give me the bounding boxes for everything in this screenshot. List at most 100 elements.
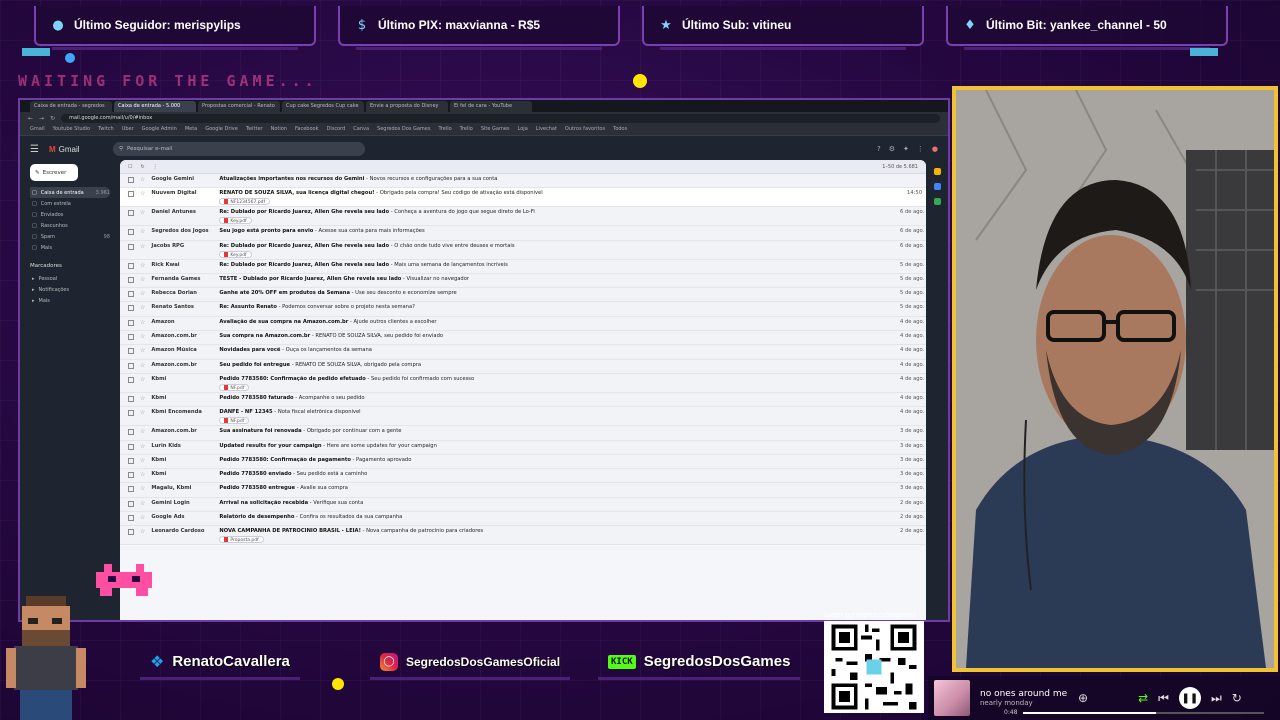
star-icon[interactable]: ☆ <box>140 190 145 197</box>
email-row[interactable]: ☆ Jacobs RPG Re: Dublado por Ricardo Juare… <box>120 240 926 260</box>
star-icon[interactable]: ☆ <box>140 362 145 369</box>
gemini-icon[interactable]: ✦ <box>903 145 909 153</box>
email-row[interactable]: ☆ Kbmi Encomenda DANFE - NF 12345 - Nota f… <box>120 407 926 427</box>
row-checkbox[interactable] <box>128 362 134 369</box>
star-icon[interactable]: ☆ <box>140 514 145 521</box>
star-icon[interactable]: ☆ <box>140 209 145 216</box>
bookmark-item[interactable]: Trello <box>460 126 473 134</box>
star-icon[interactable]: ☆ <box>140 290 145 297</box>
attachment-chip[interactable]: Proposta.pdf <box>219 536 264 544</box>
email-row[interactable]: ☆ Leonardo Cardoso NOVA CAMPANHA DE PATROC… <box>120 526 926 546</box>
star-icon[interactable]: ☆ <box>140 409 145 416</box>
email-row[interactable]: ☆ Rebecca Dorian Ganhe até 20% OFF em prod… <box>120 288 926 303</box>
row-checkbox[interactable] <box>128 229 134 236</box>
browser-tab[interactable]: Cup cake Segredos Cup cake <box>282 101 364 112</box>
label-item[interactable]: ▸ Pessoal <box>30 273 110 284</box>
url-input[interactable]: mail.google.com/mail/u/0/#inbox <box>61 114 940 123</box>
email-row[interactable]: ☆ Renato Santos Re: Assunto Renato - Podem… <box>120 302 926 317</box>
bookmark-item[interactable]: Loja <box>518 126 528 134</box>
attachment-chip[interactable]: Key.pdf <box>219 250 252 258</box>
pause-button[interactable]: ❚❚ <box>1178 687 1201 709</box>
row-checkbox[interactable] <box>128 410 134 417</box>
bookmark-item[interactable]: Twitter <box>246 126 263 134</box>
email-row[interactable]: ☆ Amazon.com.br Sua assinatura foi renovad… <box>120 426 926 441</box>
compose-button[interactable]: ✎ Escrever <box>30 164 78 181</box>
attachment-chip[interactable]: NF.pdf <box>219 383 250 391</box>
star-icon[interactable]: ☆ <box>140 471 145 478</box>
contacts-icon[interactable] <box>933 198 941 205</box>
star-icon[interactable]: ☆ <box>140 333 145 340</box>
row-checkbox[interactable] <box>128 395 134 402</box>
reload-icon[interactable]: ↻ <box>50 115 55 122</box>
bookmark-item[interactable]: Gmail <box>30 126 45 134</box>
email-row[interactable]: ☆ Amazon Avaliação de sua compra na Amazon… <box>120 316 926 332</box>
star-icon[interactable]: ☆ <box>140 443 145 450</box>
star-icon[interactable]: ☆ <box>140 228 145 235</box>
next-icon[interactable]: ⏭ <box>1211 691 1222 706</box>
bookmark-item[interactable]: Google Drive <box>205 126 238 134</box>
email-row[interactable]: ☆ Amazon.com.br Seu pedido foi entregue - … <box>120 359 926 374</box>
star-icon[interactable]: ☆ <box>140 528 145 535</box>
sidebar-item[interactable]: □ Caixa de entrada 3.961 <box>30 187 110 198</box>
tasks-icon[interactable] <box>933 183 941 190</box>
repeat-icon[interactable]: ↻ <box>1232 691 1242 705</box>
sidebar-item[interactable]: □ Enviados <box>30 209 110 220</box>
row-checkbox[interactable] <box>128 276 134 283</box>
row-checkbox[interactable] <box>128 443 134 450</box>
row-checkbox[interactable] <box>128 515 134 522</box>
email-row[interactable]: ☆ Kbmi Pedido 7783580 enviado - Seu pedido… <box>120 469 926 484</box>
row-checkbox[interactable] <box>128 305 134 312</box>
star-icon[interactable]: ☆ <box>140 395 145 402</box>
email-row[interactable]: ☆ Segredos dos Jogos Seu jogo está pronto … <box>120 226 926 241</box>
shuffle-icon[interactable]: ⇄ <box>1138 691 1148 705</box>
bookmark-item[interactable]: Meta <box>185 126 197 134</box>
browser-tab[interactable]: Caixa de entrada - segredos <box>30 101 112 112</box>
attachment-chip[interactable]: NF1234567.pdf <box>219 198 271 206</box>
email-row[interactable]: ☆ Kbmi Pedido 7783580 faturado - Acompanhe… <box>120 392 926 408</box>
bookmark-item[interactable]: Outros favoritos <box>565 126 605 134</box>
star-icon[interactable]: ☆ <box>140 500 145 507</box>
select-all-checkbox[interactable]: ☐ <box>128 164 132 170</box>
label-item[interactable]: ▸ Mais <box>30 295 110 306</box>
bookmark-item[interactable]: Livechat <box>536 126 557 134</box>
bookmark-item[interactable]: Notion <box>271 126 287 134</box>
row-checkbox[interactable] <box>128 529 134 536</box>
bookmark-item[interactable]: Trello <box>438 126 451 134</box>
add-icon[interactable]: ⊕ <box>1078 691 1088 705</box>
sidebar-item[interactable]: □ Rascunhos <box>30 220 110 231</box>
star-icon[interactable]: ☆ <box>140 243 145 250</box>
email-row[interactable]: ☆ Lurin Kids Updated results for your camp… <box>120 440 926 455</box>
email-row[interactable]: ☆ Fernanda Games TESTE - Dublado por Ricar… <box>120 273 926 289</box>
row-checkbox[interactable] <box>128 262 134 269</box>
menu-icon[interactable]: ☰ <box>30 144 39 155</box>
bookmark-item[interactable]: Twitch <box>98 126 114 134</box>
browser-tab[interactable]: Ei fel de cara - YouTube <box>450 101 532 112</box>
row-checkbox[interactable] <box>128 376 134 383</box>
help-icon[interactable]: ? <box>877 145 881 153</box>
row-checkbox[interactable] <box>128 191 134 198</box>
bookmark-item[interactable]: Facebook <box>295 126 319 134</box>
email-row[interactable]: ☆ Kbmi Pedido 7783580: Confirmação de paga… <box>120 454 926 470</box>
email-row[interactable]: ☆ Magalu, Kbmi Pedido 7783580 entregue - A… <box>120 483 926 498</box>
star-icon[interactable]: ☆ <box>140 457 145 464</box>
bookmark-item[interactable]: Youtube Studio <box>53 126 91 134</box>
row-checkbox[interactable] <box>128 486 134 493</box>
row-checkbox[interactable] <box>128 457 134 464</box>
star-icon[interactable]: ☆ <box>140 176 145 183</box>
star-icon[interactable]: ☆ <box>140 428 145 435</box>
star-icon[interactable]: ☆ <box>140 262 145 269</box>
sidebar-item[interactable]: □ Spam 98 <box>30 231 110 242</box>
attachment-chip[interactable]: NF.pdf <box>219 417 250 425</box>
row-checkbox[interactable] <box>128 500 134 507</box>
email-row[interactable]: ☆ Amazon Música Novidades para você - Ouça… <box>120 345 926 360</box>
label-item[interactable]: ▸ Notificações <box>30 284 110 295</box>
keep-icon[interactable] <box>933 168 941 175</box>
email-row[interactable]: ☆ Google Gemini Atualizações importantes n… <box>120 174 926 189</box>
email-row[interactable]: ☆ Kbmi Pedido 7783580: Confirmação de pedi… <box>120 373 926 393</box>
row-checkbox[interactable] <box>128 210 134 217</box>
browser-tab[interactable]: Envie a proposta do Disney <box>366 101 448 112</box>
email-row[interactable]: ☆ Rick Kwai Re: Dublado por Ricardo Juarez… <box>120 259 926 274</box>
avatar[interactable]: ● <box>932 145 938 153</box>
email-row[interactable]: ☆ Google Ads Relatório de desempenho - Con… <box>120 512 926 527</box>
browser-tab[interactable]: Caixa de entrada - 5.000 <box>114 101 196 112</box>
